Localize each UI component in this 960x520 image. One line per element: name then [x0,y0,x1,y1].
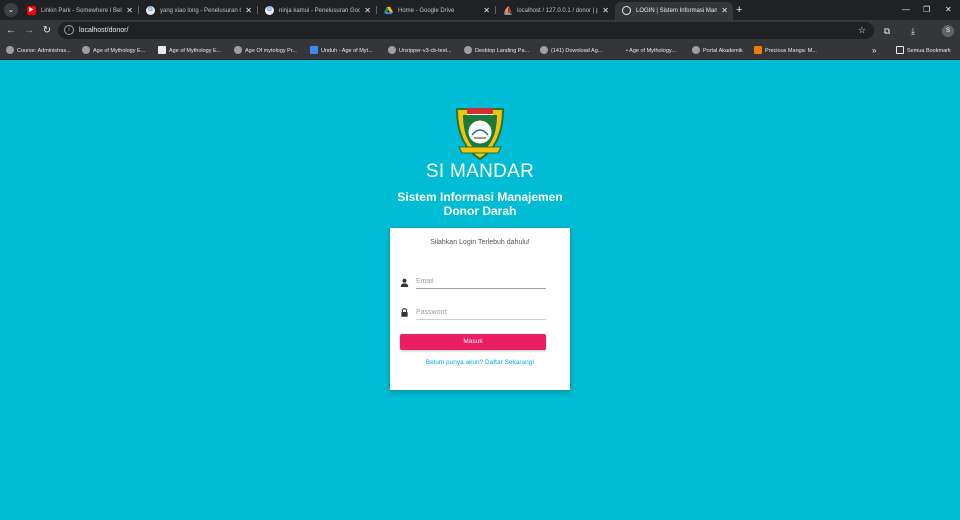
bookmarks-overflow-button[interactable]: » [872,45,876,57]
globe-icon [622,6,631,15]
close-tab-icon[interactable]: ✕ [483,2,490,20]
tab-title: yang xiao long - Penelusuran G [160,8,241,14]
tab-title: Home - Google Drive [398,8,455,14]
close-window-icon[interactable]: ✕ [945,3,952,17]
google-icon: G [146,6,155,15]
browser-toolbar: ← → ↻ i localhost/donor/ ☆ ⧉ ⤓ S [0,20,960,42]
tab-linkin-park[interactable]: ▶ Linkin Park - Somewhere I Belo ✕ [20,2,138,20]
app-subtitle: Sistem Informasi Manajemen Donor Darah [380,190,580,218]
profile-avatar[interactable]: S [942,25,954,37]
google-icon: G [265,6,274,15]
globe-icon [692,46,700,55]
tab-strip: ⌄ ▶ Linkin Park - Somewhere I Belo ✕ G y… [0,0,960,20]
bookmark-item[interactable]: Age of Mythology E... [82,45,145,57]
tab-phpmyadmin[interactable]: ⛵ localhost / 127.0.0.1 / donor | p ✕ [496,2,614,20]
bookmark-item[interactable]: (141) Download Ag... [540,45,602,57]
forward-arrow-icon[interactable]: → [22,24,36,38]
reload-icon[interactable]: ↻ [40,24,54,38]
subtitle-line-2: Donor Darah [443,204,517,218]
phpmyadmin-icon: ⛵ [503,6,513,15]
login-card: Silahkan Login Terlebuh dahulu! Masuk Be… [390,228,570,390]
globe-icon [6,46,14,55]
restore-icon[interactable]: ❐ [923,3,930,17]
mediafire-icon [310,46,318,55]
address-bar[interactable]: i localhost/donor/ ☆ [58,22,874,39]
bookmark-item[interactable]: Unzipper-v3-cb-test... [388,45,452,57]
tab-login-active[interactable]: LOGIN | Sistem Informasi Mana ✕ [615,2,733,20]
bookmark-item[interactable]: Unduh - Age of Myt... [310,45,373,57]
password-input[interactable] [416,306,546,320]
globe-icon [388,46,396,55]
tab-title: LOGIN | Sistem Informasi Mana [636,8,717,14]
globe-icon [540,46,548,55]
login-message: Silahkan Login Terlebuh dahulu! [430,239,530,246]
download-icon[interactable]: ⤓ [906,24,920,38]
tab-title: ninja kamui - Penelusuran Goog [279,8,360,14]
email-input[interactable] [416,275,546,289]
bookmark-item[interactable]: Desktop Landing Pa... [464,45,529,57]
bookmark-item[interactable]: Portal Akademik [692,45,743,57]
blogger-icon [754,46,762,55]
back-arrow-icon[interactable]: ← [4,24,18,38]
new-tab-button[interactable]: + [736,3,742,17]
tab-ninja-kamui[interactable]: G ninja kamui - Penelusuran Goog ✕ [258,2,376,20]
bookmark-item[interactable]: • Age of Mythology... [626,45,676,57]
close-tab-icon[interactable]: ✕ [364,2,371,20]
bookmark-item[interactable]: Precious Manga: M... [754,45,817,57]
brand-title: SI MANDAR [425,161,535,182]
extensions-icon[interactable]: ⧉ [880,24,894,38]
close-tab-icon[interactable]: ✕ [245,2,252,20]
page-icon [158,46,166,55]
close-tab-icon[interactable]: ✕ [126,2,133,20]
tab-title: Linkin Park - Somewhere I Belo [41,8,122,14]
globe-icon [234,46,242,55]
login-submit-button[interactable]: Masuk [400,334,546,350]
tab-title: localhost / 127.0.0.1 / donor | p [517,8,598,14]
tab-yang-xiao-long[interactable]: G yang xiao long - Penelusuran G ✕ [139,2,257,20]
person-icon [400,278,409,287]
close-tab-icon[interactable]: ✕ [721,2,728,20]
subtitle-line-1: Sistem Informasi Manajemen [397,190,563,204]
folder-icon [896,46,904,55]
bookmark-star-icon[interactable]: ☆ [858,22,866,39]
lock-icon [401,308,408,317]
close-tab-icon[interactable]: ✕ [602,2,609,20]
drive-icon [384,6,393,15]
tab-google-drive[interactable]: Home - Google Drive ✕ [377,2,495,20]
bookmark-item[interactable]: Age of Mythology E... [158,45,221,57]
bookmark-item[interactable]: Age Of mytology Pr... [234,45,297,57]
tab-search-button[interactable]: ⌄ [4,3,18,17]
minimize-icon[interactable]: — [902,3,910,17]
site-info-icon[interactable]: i [64,25,74,35]
youtube-icon: ▶ [27,6,36,15]
si-mandar-logo [454,105,506,161]
globe-icon [464,46,472,55]
all-bookmarks-folder[interactable]: Semua Bookmark [896,45,951,57]
bookmarks-bar: Course: Administras... Age of Mythology … [0,42,960,60]
register-link[interactable]: Belum punya akun? Daftar Sekarang! [397,358,563,368]
bookmark-item[interactable]: Course: Administras... [6,45,71,57]
url-text[interactable]: localhost/donor/ [79,22,128,39]
globe-icon [82,46,90,55]
